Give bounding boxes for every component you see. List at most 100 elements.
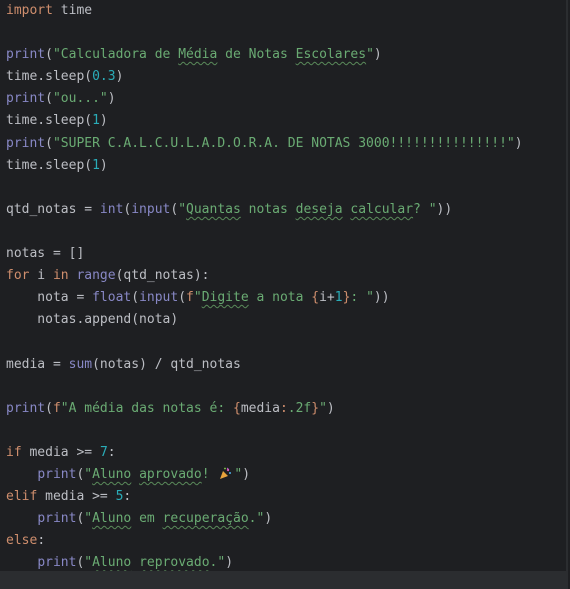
code-token: sum xyxy=(68,356,93,372)
code-line[interactable]: notas = [] xyxy=(6,243,523,265)
code-line[interactable]: notas.append(nota) xyxy=(6,309,523,331)
code-line[interactable]: nota = float(input(f"Digite a nota {i+1}… xyxy=(6,287,523,309)
code-token: ( xyxy=(45,400,53,416)
code-token: a nota xyxy=(248,290,312,306)
code-token: notas.append(nota) xyxy=(6,312,179,328)
party-popper-icon xyxy=(219,466,232,479)
code-token: print xyxy=(6,47,46,63)
code-token: recuperação xyxy=(162,511,249,527)
code-token: media = xyxy=(6,356,69,372)
code-token: int xyxy=(99,201,124,217)
code-token: reprovado xyxy=(139,555,210,571)
code-token: ) xyxy=(242,466,251,482)
code-token: f xyxy=(52,400,61,416)
code-token: ? " xyxy=(413,201,437,217)
code-line[interactable]: for i in range(qtd_notas): xyxy=(6,265,523,287)
code-token: Aluno xyxy=(92,555,132,571)
code-line[interactable]: else: xyxy=(6,530,523,552)
code-token: ( xyxy=(178,290,187,306)
code-token: ) xyxy=(264,511,273,527)
code-line[interactable] xyxy=(6,221,523,243)
code-token: input xyxy=(131,201,171,217)
code-token: " xyxy=(84,466,93,482)
code-token: "A média das notas é: xyxy=(60,400,233,416)
code-token: time.sleep( xyxy=(6,113,93,129)
code-line[interactable]: time.sleep(1) xyxy=(6,155,523,177)
code-token: print xyxy=(37,511,77,527)
code-line[interactable]: media = sum(notas) / qtd_notas xyxy=(6,354,523,376)
code-line[interactable]: time.sleep(1) xyxy=(6,110,523,132)
code-token: "ou..." xyxy=(52,91,108,107)
code-token: 1 xyxy=(92,113,100,129)
code-token: de Notas xyxy=(217,47,296,63)
code-line[interactable]: print(f"A média das notas é: {media:.2f}… xyxy=(6,398,523,420)
code-token: ) xyxy=(373,47,382,63)
code-line[interactable] xyxy=(6,331,523,353)
code-token: ( xyxy=(131,290,140,306)
code-token: ) xyxy=(99,113,108,129)
code-token: deseja xyxy=(295,201,343,217)
code-token: ." xyxy=(248,511,265,527)
code-token: Aluno xyxy=(92,466,132,482)
code-token: media >= xyxy=(21,444,100,460)
code-token: { xyxy=(311,290,320,306)
code-line[interactable] xyxy=(6,22,523,44)
code-token: 1 xyxy=(334,290,343,306)
code-token: print xyxy=(6,135,46,151)
code-token: " xyxy=(84,555,93,571)
code-line[interactable]: if media >= 7: xyxy=(6,442,523,464)
code-token: ." xyxy=(209,555,226,571)
code-line[interactable]: print("Aluno aprovado! ") xyxy=(6,464,523,486)
code-line[interactable] xyxy=(6,376,523,398)
code-token: 7 xyxy=(99,444,108,460)
editor-bottom-bar xyxy=(0,571,566,589)
code-token: import xyxy=(6,3,53,18)
code-line[interactable]: print("SUPER C.A.L.C.U.L.A.D.O.R.A. DE N… xyxy=(6,133,523,155)
code-token: time xyxy=(52,3,93,18)
code-token: media xyxy=(240,400,280,416)
code-line[interactable]: import time xyxy=(6,0,523,22)
code-token: "SUPER C.A.L.C.U.L.A.D.O.R.A. DE NOTAS 3… xyxy=(52,135,515,151)
code-line[interactable]: elif media >= 5: xyxy=(6,486,523,508)
code-token: Média xyxy=(178,47,218,63)
code-token: for xyxy=(6,268,30,284)
code-token: else xyxy=(6,533,38,549)
code-token: { xyxy=(232,400,241,416)
code-token: ) xyxy=(514,135,523,151)
code-line[interactable]: print("Aluno em recuperação.") xyxy=(6,508,523,530)
code-token: if xyxy=(6,444,22,460)
code-token: elif xyxy=(6,489,38,505)
code-line[interactable]: qtd_notas = int(input("Quantas notas des… xyxy=(6,199,523,221)
code-token: " xyxy=(366,47,374,63)
code-area[interactable]: import time print("Calculadora de Média … xyxy=(6,0,523,574)
code-token: print xyxy=(6,400,46,416)
code-token: ) xyxy=(115,69,124,85)
code-token: ( xyxy=(45,91,53,107)
code-token: )) xyxy=(436,201,453,217)
code-token: : xyxy=(123,489,132,505)
code-token: Escolares xyxy=(295,47,367,63)
code-token: print xyxy=(37,555,77,571)
code-token: .2f xyxy=(287,400,312,416)
code-token: 1 xyxy=(92,157,100,173)
code-line[interactable]: print("Calculadora de Média de Notas Esc… xyxy=(6,44,523,66)
code-token: (notas) / qtd_notas xyxy=(92,356,241,372)
code-token: ! xyxy=(201,466,218,482)
code-line[interactable] xyxy=(6,420,523,442)
code-line[interactable] xyxy=(6,177,523,199)
code-token: time.sleep( xyxy=(6,157,93,173)
code-token: time.sleep( xyxy=(6,69,93,85)
code-token: : xyxy=(107,444,116,460)
code-token: : xyxy=(37,533,46,549)
code-token: " xyxy=(193,290,202,306)
code-line[interactable]: time.sleep(0.3) xyxy=(6,66,523,88)
code-token: )) xyxy=(373,290,390,306)
code-line[interactable]: print("ou...") xyxy=(6,88,523,110)
code-token: notas xyxy=(240,201,296,217)
code-editor[interactable]: import time print("Calculadora de Média … xyxy=(0,0,568,589)
code-token: ( xyxy=(45,135,53,151)
code-token: ( xyxy=(45,47,53,63)
code-token: calcular xyxy=(350,201,414,217)
